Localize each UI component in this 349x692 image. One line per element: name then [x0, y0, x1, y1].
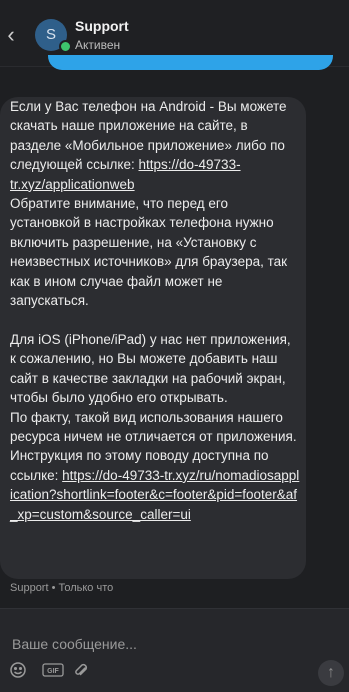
- paperclip-icon[interactable]: [72, 661, 90, 679]
- online-status-icon: [59, 40, 72, 53]
- emoji-icon[interactable]: [9, 661, 27, 679]
- contact-name: Support: [75, 18, 129, 34]
- send-button[interactable]: ↑: [318, 660, 344, 686]
- message-meta: Support • Только что: [10, 582, 114, 594]
- message-paragraph: Обратите внимание, что перед его установ…: [10, 196, 288, 309]
- back-icon[interactable]: ‹: [4, 23, 18, 47]
- arrow-up-icon: ↑: [327, 664, 335, 681]
- previous-outgoing-bubble: [48, 55, 333, 70]
- message-input[interactable]: [10, 631, 314, 657]
- message-paragraph: Для iOS (iPhone/iPad) у нас нет приложен…: [10, 331, 291, 406]
- message-list[interactable]: Если у Вас телефон на Android - Вы может…: [0, 55, 349, 608]
- message-composer: GIF ↑: [0, 608, 349, 692]
- contact-status: Активен: [75, 38, 121, 52]
- gif-button[interactable]: GIF: [42, 661, 64, 679]
- message-text: Если у Вас телефон на Android - Вы может…: [10, 97, 300, 524]
- avatar-letter: S: [45, 26, 56, 43]
- gif-label: GIF: [47, 668, 59, 675]
